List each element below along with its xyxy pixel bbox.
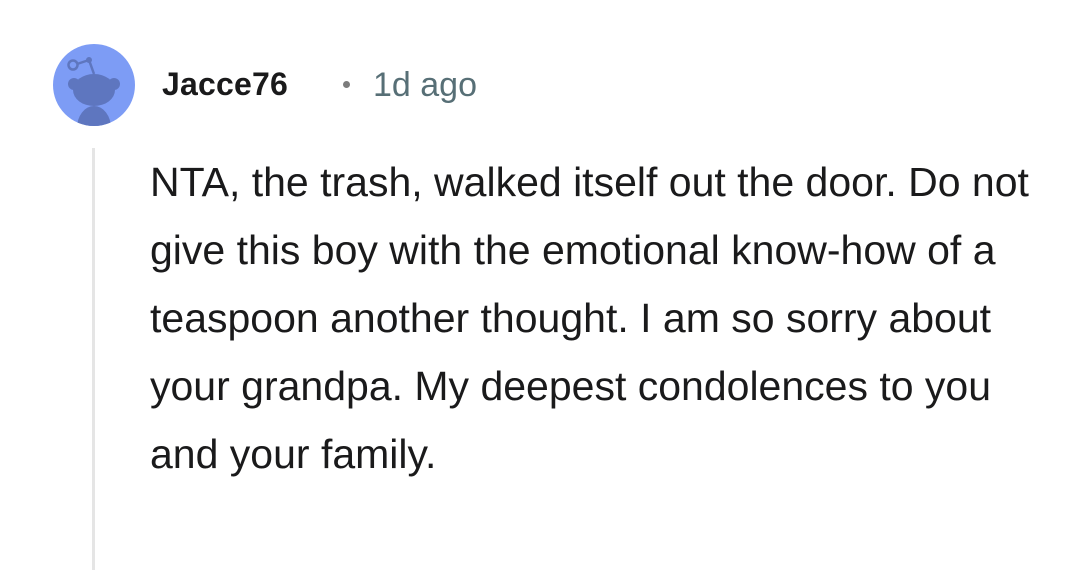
comment-author[interactable]: Jacce76 [162, 66, 288, 103]
comment-timestamp: 1d ago [373, 66, 477, 104]
user-avatar[interactable] [53, 44, 135, 126]
thread-line[interactable] [92, 148, 95, 570]
separator-dot [343, 81, 350, 88]
snoo-avatar-icon [53, 44, 135, 126]
comment-body: NTA, the trash, walked itself out the do… [150, 159, 1029, 477]
